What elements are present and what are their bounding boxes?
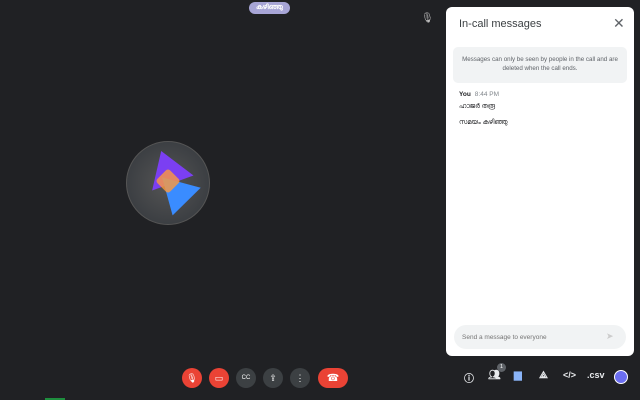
end-call-button[interactable]: ☎ xyxy=(318,368,348,388)
captions-button[interactable]: CC xyxy=(236,368,256,388)
message-sender: You xyxy=(459,91,471,98)
present-button[interactable]: ⇪ xyxy=(263,368,283,388)
info-icon[interactable]: ⓘ xyxy=(464,370,474,385)
extension-icon[interactable] xyxy=(614,370,628,384)
csv-button[interactable]: .csv xyxy=(587,370,605,380)
muted-mic-icon: 🎙︎ xyxy=(421,13,434,24)
in-call-messages-panel: In-call messages ✕ Messages can only be … xyxy=(446,7,634,356)
message-time: 8:44 PM xyxy=(474,91,500,98)
message-input[interactable] xyxy=(454,325,626,349)
camera-off-button[interactable]: ▭ xyxy=(209,368,229,388)
chat-icon[interactable]: ▆ xyxy=(514,370,522,381)
message-group: You 8:44 PM ഹാജർ തരൂ സമയം കഴിഞ്ഞു xyxy=(459,91,508,127)
message-text: ഹാജർ തരൂ xyxy=(459,103,496,110)
message-text: സമയം കഴിഞ്ഞു xyxy=(459,119,508,126)
messages-notice: Messages can only be seen by people in t… xyxy=(453,47,627,83)
participant-avatar xyxy=(126,141,210,225)
send-icon[interactable]: ➤ xyxy=(606,331,614,342)
close-icon[interactable]: ✕ xyxy=(613,15,625,32)
panel-title: In-call messages xyxy=(459,18,542,30)
more-options-button[interactable]: ⋮ xyxy=(290,368,310,388)
code-button[interactable]: </> xyxy=(563,370,576,380)
status-badge: കഴിഞ്ഞു xyxy=(249,2,290,14)
activities-icon[interactable]: ⟁ xyxy=(539,370,548,381)
participant-count-badge: 1 xyxy=(497,363,506,372)
mic-off-button[interactable]: 🎙︎ xyxy=(182,368,202,388)
